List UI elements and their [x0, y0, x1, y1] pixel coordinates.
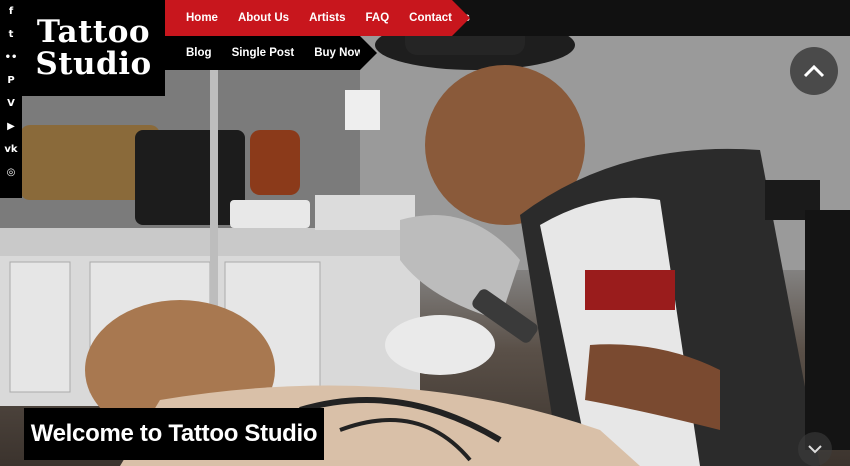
- nav-faq[interactable]: FAQ: [356, 12, 400, 24]
- secondary-nav: Blog Single Post Buy Now!: [165, 36, 377, 70]
- nav-about-us[interactable]: About Us: [228, 12, 299, 24]
- vimeo-icon[interactable]: V: [0, 92, 22, 115]
- youtube-icon[interactable]: ▶: [0, 115, 22, 138]
- vk-icon[interactable]: vk: [0, 138, 22, 161]
- nav-artists[interactable]: Artists: [299, 12, 355, 24]
- social-bar: f t •• P V ▶ vk ◎: [0, 0, 22, 198]
- pinterest-icon[interactable]: P: [0, 69, 22, 92]
- nav-single-post[interactable]: Single Post: [222, 47, 305, 59]
- chevron-down-icon: [808, 445, 822, 454]
- site-logo[interactable]: Tattoo Studio: [22, 0, 165, 96]
- hero-heading-box: Welcome to Tattoo Studio: [24, 408, 324, 460]
- nav-buy-now[interactable]: Buy Now!: [304, 47, 377, 59]
- facebook-icon[interactable]: f: [0, 0, 22, 23]
- twitter-icon[interactable]: t: [0, 23, 22, 46]
- logo-line-2: Studio: [35, 46, 152, 82]
- primary-nav: Home About Us Artists FAQ Contact Us: [165, 0, 470, 36]
- scroll-up-button[interactable]: [790, 47, 838, 95]
- hero-heading: Welcome to Tattoo Studio: [30, 420, 318, 447]
- nav-contact-us[interactable]: Contact Us: [399, 12, 480, 24]
- nav-home[interactable]: Home: [165, 12, 228, 24]
- scroll-down-button[interactable]: [798, 432, 832, 466]
- instagram-icon[interactable]: ◎: [0, 161, 22, 184]
- nav-blog[interactable]: Blog: [165, 47, 222, 59]
- flickr-icon[interactable]: ••: [0, 46, 22, 69]
- chevron-up-icon: [803, 64, 825, 78]
- logo-line-1: Tattoo: [36, 14, 151, 50]
